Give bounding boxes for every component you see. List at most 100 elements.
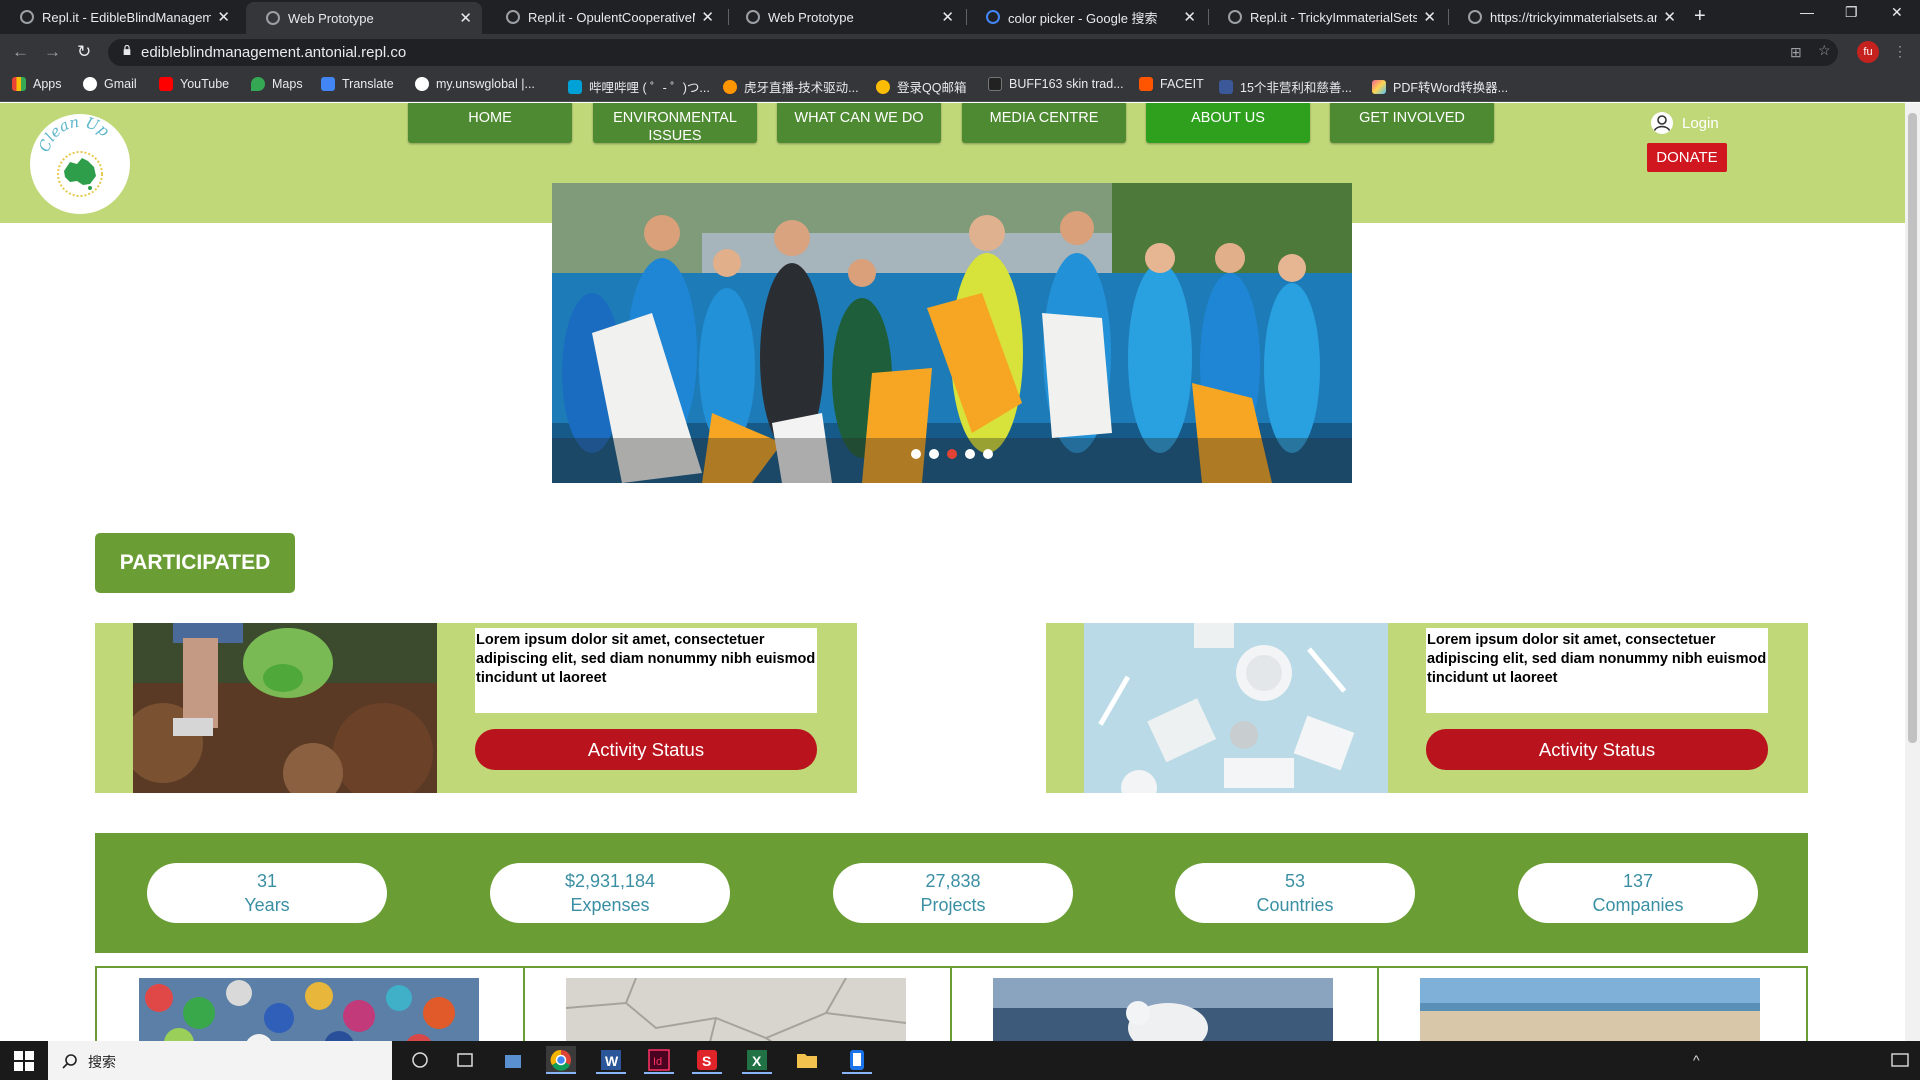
tab-5[interactable]: color picker - Google 搜索 ✕ — [966, 0, 1206, 34]
user-icon — [1651, 112, 1673, 134]
forward-icon[interactable]: → — [44, 42, 61, 62]
file-explorer-icon[interactable] — [792, 1046, 822, 1074]
stat-projects: 27,838 Projects — [833, 863, 1073, 923]
beach-image[interactable] — [1420, 978, 1760, 1041]
task-view-glyph — [412, 1052, 428, 1068]
carousel-dot[interactable] — [911, 449, 921, 459]
close-tab-icon[interactable]: ✕ — [1183, 8, 1196, 26]
drought-image[interactable] — [566, 978, 906, 1041]
tab-title: Web Prototype — [288, 10, 374, 26]
bookmark-youtube[interactable]: YouTube — [159, 77, 229, 91]
carousel-dot[interactable] — [929, 449, 939, 459]
tab-3[interactable]: Repl.it - OpulentCooperativeM ✕ — [486, 0, 724, 34]
address-bar[interactable]: edibleblindmanagement.antonial.repl.co ⊞… — [108, 39, 1838, 66]
nav-home[interactable]: HOME — [408, 103, 572, 143]
folder-glyph — [797, 1054, 817, 1068]
clean-up-logo[interactable]: Clean Up — [30, 113, 130, 214]
huya-icon — [723, 79, 737, 94]
bilibili-icon — [568, 79, 582, 94]
nav-label: GET INVOLVED — [1359, 110, 1465, 126]
tab-1[interactable]: Repl.it - EdibleBlindManagem ✕ — [0, 0, 240, 34]
indesign-icon[interactable]: Id — [644, 1046, 674, 1074]
bookmark-nonprofit[interactable]: 15个非营利和慈善... — [1219, 77, 1352, 96]
tab-6[interactable]: Repl.it - TrickyImmaterialSets ✕ — [1208, 0, 1446, 34]
activity-status-button[interactable]: Activity Status — [1426, 729, 1768, 770]
menu-kebab-icon[interactable]: ⋮ — [1893, 43, 1907, 60]
tab-2[interactable]: Web Prototype ✕ — [246, 2, 482, 34]
nav-label: ENVIRONMENTAL ISSUES — [613, 110, 737, 144]
section-title: PARTICIPATED — [95, 533, 295, 593]
bookmark-bilibili[interactable]: 哔哩哔哩 ( ゜- ゜)つ... — [568, 77, 710, 96]
minimize-icon[interactable]: — — [1800, 4, 1814, 20]
plastic-bottles-image[interactable] — [139, 978, 479, 1041]
activity-status-button[interactable]: Activity Status — [475, 729, 817, 770]
web-page: Clean Up HOME ENVIRONMENTAL ISSUES WHAT … — [0, 103, 1905, 1041]
nav-get-involved[interactable]: GET INVOLVED — [1330, 103, 1494, 143]
login-link[interactable]: Login — [1650, 111, 1719, 135]
notification-icon[interactable] — [1885, 1046, 1915, 1074]
close-tab-icon[interactable]: ✕ — [1663, 8, 1676, 26]
task-view-icon[interactable] — [405, 1046, 435, 1074]
google-icon — [83, 77, 97, 91]
hero-carousel[interactable] — [552, 183, 1352, 483]
wps-icon[interactable]: S — [692, 1046, 722, 1074]
carousel-dot[interactable] — [983, 449, 993, 459]
close-tab-icon[interactable]: ✕ — [701, 8, 714, 26]
bookmark-label: FACEIT — [1160, 77, 1204, 91]
replit-favicon-icon — [1228, 10, 1242, 24]
restore-icon[interactable]: ❐ — [1845, 4, 1858, 21]
nav-what-can-we-do[interactable]: WHAT CAN WE DO — [777, 103, 941, 143]
bookmark-huya[interactable]: 虎牙直播-技术驱动... — [723, 77, 859, 96]
tab-7[interactable]: https://trickyimmaterialsets.an ✕ — [1448, 0, 1686, 34]
polar-bear-image[interactable] — [993, 978, 1333, 1041]
page-scrollbar[interactable] — [1905, 103, 1920, 1041]
store-icon[interactable] — [498, 1046, 528, 1074]
nav-media-centre[interactable]: MEDIA CENTRE — [962, 103, 1126, 143]
new-tab-icon[interactable]: + — [1694, 5, 1706, 28]
bookmark-gmail[interactable]: Gmail — [83, 77, 137, 91]
phone-app-icon[interactable] — [842, 1046, 872, 1074]
close-tab-icon[interactable]: ✕ — [459, 9, 472, 27]
chrome-icon[interactable] — [546, 1046, 576, 1074]
excel-glyph: X — [747, 1050, 767, 1070]
close-window-icon[interactable]: ✕ — [1891, 4, 1903, 21]
bookmark-maps[interactable]: Maps — [251, 77, 303, 91]
bookmark-qqmail[interactable]: 登录QQ邮箱 — [876, 77, 966, 96]
bookmark-faceit[interactable]: FACEIT — [1139, 77, 1204, 91]
scrollbar-thumb[interactable] — [1908, 113, 1917, 743]
nav-label: ABOUT US — [1191, 110, 1265, 126]
tray-chevron-icon[interactable]: ^ — [1684, 1046, 1714, 1074]
bookmark-star-icon[interactable]: ☆ — [1818, 42, 1831, 59]
close-tab-icon[interactable]: ✕ — [217, 8, 230, 26]
timeline-icon[interactable] — [450, 1046, 480, 1074]
windows-taskbar: 搜索 W Id S X ^ — [0, 1041, 1920, 1080]
bookmark-label: Translate — [342, 77, 394, 91]
excel-icon[interactable]: X — [742, 1046, 772, 1074]
tab-4[interactable]: Web Prototype ✕ — [726, 0, 964, 34]
donate-button[interactable]: DONATE — [1647, 143, 1727, 172]
nav-label: WHAT CAN WE DO — [794, 110, 924, 126]
youtube-icon — [159, 77, 173, 91]
reload-icon[interactable]: ↻ — [77, 42, 91, 62]
carousel-dot[interactable] — [965, 449, 975, 459]
login-label: Login — [1682, 114, 1719, 132]
bookmark-unswglobal[interactable]: my.unswglobal |... — [415, 77, 535, 91]
bookmark-apps[interactable]: Apps — [12, 77, 62, 91]
profile-avatar[interactable]: fu — [1857, 41, 1879, 63]
carousel-dot[interactable] — [947, 449, 957, 459]
word-icon[interactable]: W — [596, 1046, 626, 1074]
globe-favicon-icon — [1468, 10, 1482, 24]
back-icon[interactable]: ← — [12, 42, 29, 62]
windows-start-icon[interactable] — [14, 1051, 34, 1071]
bookmark-translate[interactable]: Translate — [321, 77, 394, 91]
nav-environmental-issues[interactable]: ENVIRONMENTAL ISSUES — [593, 103, 757, 144]
close-tab-icon[interactable]: ✕ — [941, 8, 954, 26]
bookmark-pdf2word[interactable]: PDF转Word转换器... — [1372, 77, 1508, 96]
bookmark-buff163[interactable]: BUFF163 skin trad... — [988, 77, 1124, 91]
nav-about-us[interactable]: ABOUT US — [1146, 103, 1310, 143]
translate-icon[interactable]: ⊞ — [1790, 44, 1802, 61]
close-tab-icon[interactable]: ✕ — [1423, 8, 1436, 26]
cracked-earth-photo — [566, 978, 906, 1041]
taskbar-search-box[interactable]: 搜索 — [48, 1041, 392, 1080]
stat-countries: 53 Countries — [1175, 863, 1415, 923]
